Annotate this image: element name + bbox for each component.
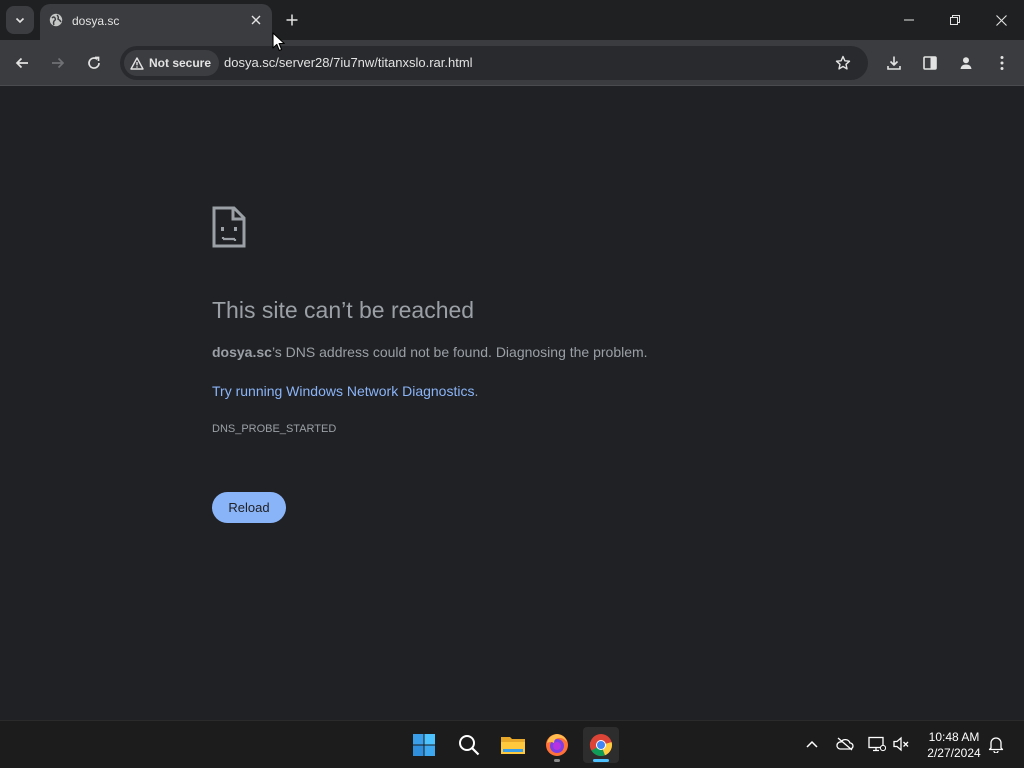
warning-icon — [130, 56, 144, 70]
error-description-text: ’s DNS address could not be found. Diagn… — [271, 344, 648, 360]
plus-icon — [286, 14, 298, 26]
refresh-icon — [88, 56, 100, 69]
error-code: DNS_PROBE_STARTED — [212, 423, 337, 435]
security-chip-label: Not secure — [149, 56, 212, 70]
security-chip[interactable]: Not secure — [124, 50, 220, 76]
chevron-down-icon — [15, 17, 25, 24]
volume-muted-icon — [893, 736, 909, 752]
address-bar[interactable]: Not secure dosya.sc/server28/7iu7nw/tita… — [120, 46, 868, 80]
browser-toolbar: Not secure dosya.sc/server28/7iu7nw/tita… — [0, 40, 1024, 86]
new-tab-button[interactable] — [282, 10, 302, 30]
profile-icon — [960, 57, 972, 69]
more-vertical-icon — [1000, 56, 1004, 70]
cloud-off-icon — [836, 737, 854, 751]
running-indicator — [554, 759, 560, 762]
taskbar: 10:48 AM 2/27/2024 — [0, 720, 1024, 768]
minimize-icon — [904, 19, 914, 21]
window-close-button[interactable] — [978, 0, 1024, 40]
close-icon — [251, 15, 261, 25]
volume-tray-button[interactable] — [890, 733, 912, 755]
arrow-left-icon — [15, 57, 28, 69]
error-page: This site can’t be reached dosya.sc’s DN… — [0, 87, 1024, 720]
start-icon — [413, 734, 435, 756]
suggestion-suffix: . — [474, 383, 479, 399]
tab-search-button[interactable] — [6, 6, 34, 34]
download-icon — [887, 56, 901, 70]
restore-icon — [950, 15, 960, 25]
show-hidden-icons-button[interactable] — [801, 733, 823, 755]
file-explorer-icon — [501, 737, 525, 754]
back-button[interactable] — [9, 50, 35, 76]
reload-button[interactable]: Reload — [212, 492, 286, 523]
clock-date: 2/27/2024 — [927, 746, 981, 760]
tab-strip: dosya.sc — [0, 0, 1024, 40]
tab-close-button[interactable] — [247, 11, 265, 29]
tab-active[interactable]: dosya.sc — [40, 4, 272, 40]
network-diagnostics-link[interactable]: Try running Windows Network Diagnostics — [212, 383, 474, 399]
error-title: This site can’t be reached — [212, 297, 475, 323]
profile-button[interactable] — [954, 51, 978, 75]
error-description: dosya.sc’s DNS address could not be foun… — [212, 344, 648, 360]
side-panel-button[interactable] — [918, 51, 942, 75]
forward-button[interactable] — [45, 50, 71, 76]
network-tray-button[interactable] — [866, 733, 888, 755]
chrome-icon — [589, 734, 613, 756]
network-icon — [868, 736, 886, 752]
close-icon — [995, 14, 1007, 26]
system-clock[interactable]: 10:48 AM 2/27/2024 — [918, 729, 990, 761]
mouse-cursor-icon — [272, 32, 285, 52]
restore-button[interactable] — [932, 0, 978, 40]
taskbar-file-explorer[interactable] — [495, 727, 531, 763]
arrow-right-icon — [52, 57, 65, 69]
downloads-button[interactable] — [882, 51, 906, 75]
taskbar-search-button[interactable] — [451, 727, 487, 763]
search-icon — [459, 735, 480, 756]
menu-button[interactable] — [990, 51, 1014, 75]
reload-toolbar-button[interactable] — [81, 50, 107, 76]
start-button[interactable] — [406, 727, 442, 763]
sad-document-icon — [212, 206, 246, 248]
minimize-button[interactable] — [886, 0, 932, 40]
chevron-up-icon — [806, 740, 818, 748]
clock-time: 10:48 AM — [928, 730, 980, 744]
notifications-button[interactable] — [985, 733, 1007, 755]
bookmark-button[interactable] — [833, 53, 853, 73]
error-suggestion: Try running Windows Network Diagnostics. — [212, 383, 478, 399]
onedrive-tray-button[interactable] — [834, 733, 856, 755]
star-icon — [835, 55, 851, 70]
globe-icon — [49, 13, 63, 27]
firefox-icon — [546, 734, 568, 756]
active-indicator — [593, 759, 609, 762]
taskbar-firefox[interactable] — [539, 727, 575, 763]
tab-title: dosya.sc — [72, 14, 120, 28]
side-panel-icon — [923, 56, 937, 70]
bell-icon — [988, 736, 1004, 753]
taskbar-chrome[interactable] — [583, 727, 619, 763]
error-host: dosya.sc — [212, 344, 272, 360]
url-text[interactable]: dosya.sc/server28/7iu7nw/titanxslo.rar.h… — [224, 55, 473, 70]
